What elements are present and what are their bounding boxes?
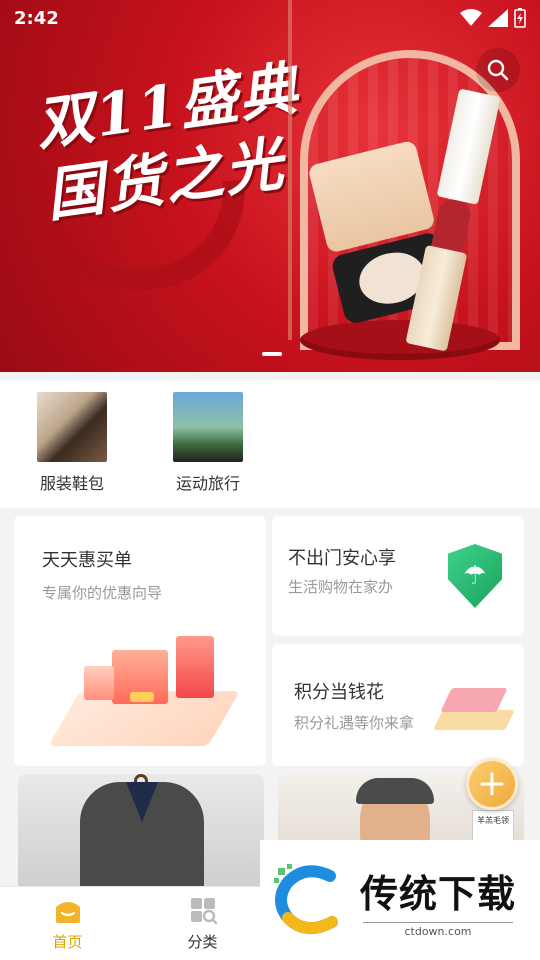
cycling-image xyxy=(173,392,243,462)
card-title: 天天惠买单 xyxy=(42,550,132,571)
banner-title: 双11盛典 国货之光 xyxy=(31,52,313,231)
tab-home[interactable]: 首页 xyxy=(0,887,135,960)
category-icon xyxy=(190,898,217,925)
card-subtitle: 积分礼遇等你来拿 xyxy=(294,714,415,732)
coat-image xyxy=(80,782,204,886)
banner-divider xyxy=(288,0,292,340)
status-time: 2:42 xyxy=(14,7,59,29)
card-title: 积分当钱花 xyxy=(294,682,384,703)
category-label: 运动旅行 xyxy=(175,474,240,493)
promo-card-daily-deals[interactable]: 天天惠买单 专属你的优惠向导 xyxy=(14,516,266,766)
product-card-coat[interactable] xyxy=(18,774,264,886)
shield-umbrella-icon: ☂ xyxy=(448,544,502,608)
promo-card-points[interactable]: 积分当钱花 积分礼遇等你来拿 xyxy=(272,644,524,766)
card-title: 不出门安心享 xyxy=(288,548,396,569)
search-button[interactable] xyxy=(476,48,520,92)
watermark-text: 传统下载 ctdown.com xyxy=(360,863,516,938)
watermark: 传统下载 ctdown.com xyxy=(260,840,540,960)
category-label: 服装鞋包 xyxy=(39,474,104,493)
category-item-sports-travel[interactable]: 运动旅行 xyxy=(156,392,260,508)
home-icon xyxy=(55,902,80,923)
wifi-icon xyxy=(460,9,482,26)
signal-icon xyxy=(488,9,508,27)
category-item-fashion[interactable]: 服装鞋包 xyxy=(20,392,124,508)
hat-image xyxy=(356,778,434,804)
tab-category[interactable]: 分类 xyxy=(135,887,270,960)
carousel-indicator xyxy=(262,352,282,356)
watermark-url: ctdown.com xyxy=(363,921,513,938)
status-bar: 2:42 xyxy=(0,0,540,36)
tab-label: 首页 xyxy=(52,933,83,951)
search-icon xyxy=(487,59,509,81)
status-icons xyxy=(460,8,526,28)
promo-banner[interactable]: 2:42 双11盛典 国货之光 xyxy=(0,0,540,372)
fashion-shoes-image xyxy=(37,392,107,462)
category-row: 服装鞋包 运动旅行 xyxy=(0,380,540,508)
ctdown-logo-icon xyxy=(274,864,338,934)
add-button[interactable]: + xyxy=(466,758,518,810)
watermark-title: 传统下载 xyxy=(360,871,517,916)
isometric-store-illustration xyxy=(48,636,240,746)
banner-pedestal xyxy=(300,320,500,360)
battery-icon xyxy=(514,8,526,28)
gift-box-icon xyxy=(433,688,515,732)
tab-label: 分类 xyxy=(187,933,218,951)
card-subtitle: 生活购物在家办 xyxy=(288,578,394,596)
plus-icon: + xyxy=(476,763,508,804)
promo-card-home-shopping[interactable]: 不出门安心享 生活购物在家办 ☂ xyxy=(272,516,524,636)
card-subtitle: 专属你的优惠向导 xyxy=(42,584,163,602)
